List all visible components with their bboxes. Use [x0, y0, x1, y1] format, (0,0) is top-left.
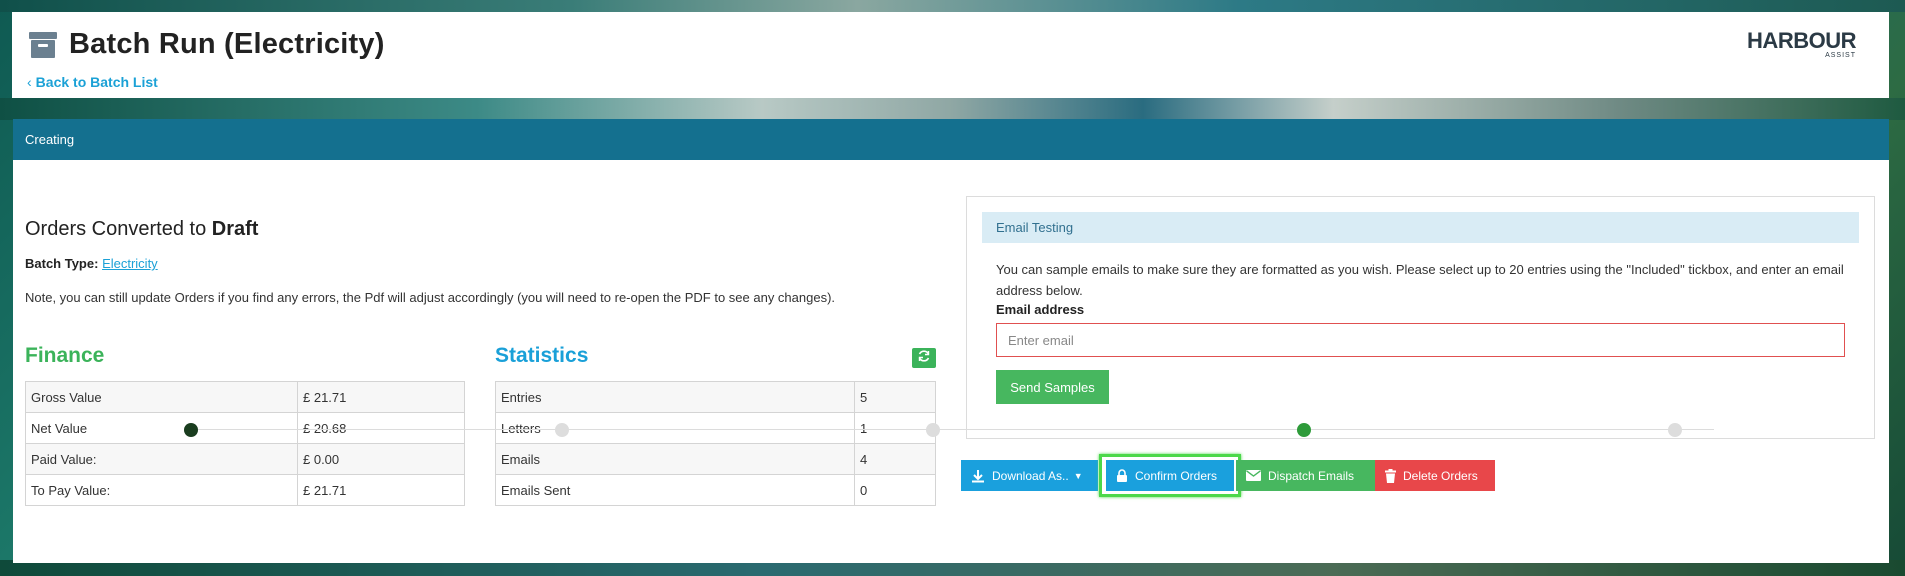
page-title: Batch Run (Electricity)	[69, 28, 385, 60]
main-panel: Orders Converted to Draft Batch Type: El…	[13, 160, 1889, 563]
finance-value: £ 20.68	[297, 412, 465, 444]
confirm-orders-button[interactable]: Confirm Orders	[1106, 460, 1234, 491]
delete-label: Delete Orders	[1403, 468, 1478, 483]
table-row: Emails 4	[495, 443, 936, 475]
email-testing-panel: Email Testing You can sample emails to m…	[966, 196, 1875, 439]
back-link-label: Back to Batch List	[35, 74, 158, 90]
email-testing-title: Email Testing	[982, 212, 1859, 243]
table-row: Net Value £ 20.68	[25, 412, 465, 444]
download-as-button[interactable]: Download As.. ▼	[961, 460, 1098, 491]
background-image-top	[0, 0, 1905, 12]
batch-type-label: Batch Type:	[25, 256, 99, 271]
download-icon	[971, 469, 985, 483]
finance-label: Gross Value	[25, 381, 298, 413]
batch-type: Batch Type: Electricity	[25, 256, 158, 271]
refresh-statistics-button[interactable]	[912, 348, 936, 368]
table-row: Emails Sent 0	[495, 474, 936, 506]
delete-orders-button[interactable]: Delete Orders	[1375, 460, 1495, 491]
statistic-value: 1	[854, 412, 936, 444]
finance-label: Paid Value:	[25, 443, 298, 475]
progress-step-pending	[926, 423, 940, 437]
finance-value: £ 0.00	[297, 443, 465, 475]
finance-label: To Pay Value:	[25, 474, 298, 506]
update-note: Note, you can still update Orders if you…	[25, 290, 836, 305]
progress-step-pending	[555, 423, 569, 437]
statistic-label: Letters	[495, 412, 855, 444]
batch-type-link[interactable]: Electricity	[102, 256, 158, 271]
lock-icon	[1116, 469, 1128, 482]
statistic-label: Entries	[495, 381, 855, 413]
statistics-title: Statistics	[495, 344, 589, 367]
finance-label: Net Value	[25, 412, 298, 444]
orders-heading: Orders Converted to Draft	[25, 218, 259, 240]
confirm-label: Confirm Orders	[1135, 468, 1218, 483]
progress-track	[189, 429, 1714, 430]
dispatch-emails-button[interactable]: Dispatch Emails	[1236, 460, 1380, 491]
statistic-label: Emails	[495, 443, 855, 475]
finance-table: Gross Value £ 21.71 Net Value £ 20.68 Pa…	[25, 381, 465, 506]
status-bar: Creating	[13, 119, 1889, 160]
caret-down-icon: ▼	[1073, 470, 1083, 481]
finance-value: £ 21.71	[297, 474, 465, 506]
finance-title: Finance	[25, 344, 105, 367]
harbour-assist-logo: HARBOUR ASSIST	[1747, 28, 1856, 60]
email-testing-description: You can sample emails to make sure they …	[996, 262, 1844, 298]
page-header: Batch Run (Electricity) ‹ Back to Batch L…	[12, 12, 1889, 98]
progress-step-active	[1297, 423, 1311, 437]
dispatch-label: Dispatch Emails	[1268, 468, 1355, 483]
archive-box-icon	[29, 32, 57, 58]
table-row: Paid Value: £ 0.00	[25, 443, 465, 475]
finance-value: £ 21.71	[297, 381, 465, 413]
table-row: Entries 5	[495, 381, 936, 413]
statistic-value: 0	[854, 474, 936, 506]
chevron-left-icon: ‹	[27, 74, 32, 90]
progress-step-pending	[1668, 423, 1682, 437]
table-row: To Pay Value: £ 21.71	[25, 474, 465, 506]
statistics-table: Entries 5 Letters 1 Emails 4 Emails Sent…	[495, 381, 936, 506]
status-label: Creating	[25, 132, 75, 147]
send-samples-button[interactable]: Send Samples	[996, 370, 1109, 404]
email-input[interactable]	[996, 323, 1845, 357]
download-label: Download As..	[992, 468, 1069, 483]
background-image-strip	[0, 98, 1905, 120]
progress-step-complete	[184, 423, 198, 437]
envelope-icon	[1246, 470, 1261, 481]
orders-status: Draft	[211, 218, 259, 240]
back-to-batch-list-link[interactable]: ‹ Back to Batch List	[27, 74, 158, 90]
refresh-icon	[917, 349, 931, 368]
statistic-value: 5	[854, 381, 936, 413]
statistic-value: 4	[854, 443, 936, 475]
trash-icon	[1385, 468, 1396, 483]
table-row: Gross Value £ 21.71	[25, 381, 465, 413]
email-address-label: Email address	[996, 302, 1085, 317]
statistic-label: Emails Sent	[495, 474, 855, 506]
